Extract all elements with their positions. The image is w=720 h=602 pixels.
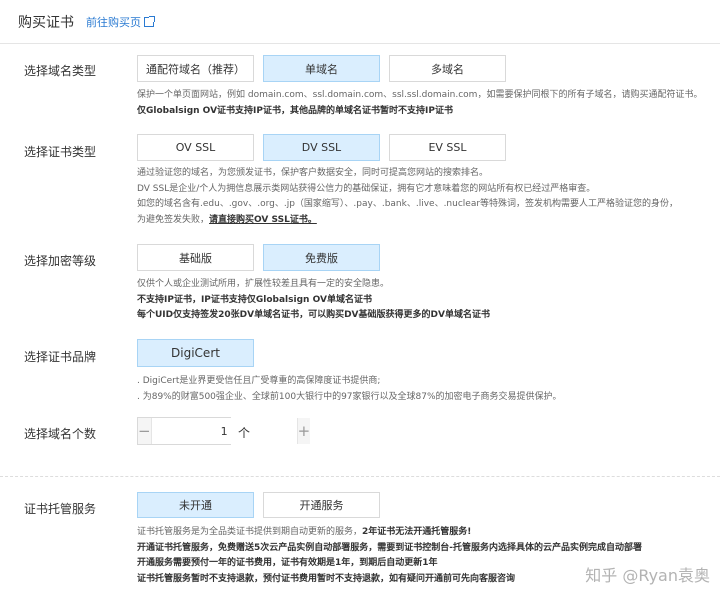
brand-description: . DigiCert是业界更受信任且广受尊重的高保障度证书提供商; . 为89%… <box>137 374 562 405</box>
encrypt-desc-line: 不支持IP证书，IP证书支持仅Globalsign OV单域名证书 <box>137 294 372 305</box>
domain-count-label: 选择域名个数 <box>24 427 97 441</box>
domain-type-desc-line: 保护一个单页面网站，例如 domain.com、ssl.domain.com、s… <box>137 90 703 100</box>
hosting-desc-line: 证书托管服务是为全品类证书提供到期自动更新的服务， <box>137 527 363 537</box>
buy-ov-ssl-link[interactable]: 请直接购买OV SSL证书。 <box>209 215 317 225</box>
external-link-icon <box>144 15 155 27</box>
hosting-option-off[interactable]: 未开通 <box>137 492 254 518</box>
domain-type-desc-line: 仅Globalsign OV证书支持IP证书，其他品牌的单域名证书暂时不支持IP… <box>137 105 453 116</box>
page-title: 购买证书 <box>18 14 74 31</box>
cert-type-desc-line: DV SSL是企业/个人为拥信息展示类网站获得公信力的基础保证，拥有它才意味着您… <box>137 183 596 194</box>
hosting-desc-line: 开通证书托管服务，免费赠送5次云产品实例自动部署服务，需要到证书控制台-托管服务… <box>137 542 643 553</box>
domain-type-option-single[interactable]: 单域名 <box>263 55 380 82</box>
hosting-desc-line: 开通服务需要预付一年的证书费用，证书有效期是1年，到期后自动更新1年 <box>137 558 438 568</box>
hosting-desc-warning: 2年证书无法开通托管服务! <box>362 527 472 537</box>
cert-type-option-ev[interactable]: EV SSL <box>389 134 506 161</box>
hosting-service-label: 证书托管服务 <box>24 502 97 516</box>
cert-type-label: 选择证书类型 <box>24 145 97 159</box>
brand-option-digicert[interactable]: DigiCert <box>137 339 254 367</box>
decrement-button[interactable]: − <box>138 418 151 444</box>
domain-count-unit: 个 <box>238 426 251 440</box>
domain-type-option-wildcard[interactable]: 通配符域名（推荐） <box>137 55 254 82</box>
cert-brand-label: 选择证书品牌 <box>24 350 97 364</box>
domain-count-input[interactable] <box>150 418 298 444</box>
cert-type-option-dv[interactable]: DV SSL <box>263 134 380 161</box>
domain-type-label: 选择域名类型 <box>24 64 97 78</box>
encrypt-desc-line: 仅供个人或企业测试所用，扩展性较差且具有一定的安全隐患。 <box>137 279 390 289</box>
purchase-page-link-label: 前往购买页 <box>86 15 141 29</box>
cert-type-desc-line: 通过验证您的域名，为您颁发证书，保护客户数据安全，同时可提高您网站的搜索排名。 <box>137 168 489 178</box>
hosting-option-on[interactable]: 开通服务 <box>263 492 380 518</box>
purchase-page-link[interactable]: 前往购买页 <box>86 14 155 30</box>
increment-button[interactable]: + <box>297 418 311 444</box>
cert-type-option-ov[interactable]: OV SSL <box>137 134 254 161</box>
brand-desc-line: . 为89%的财富500强企业、全球前100大银行中的97家银行以及全球87%的… <box>137 391 562 402</box>
cert-type-desc-line: 为避免签发失败， <box>137 214 210 225</box>
brand-desc-line: . DigiCert是业界更受信任且广受尊重的高保障度证书提供商; <box>137 376 381 386</box>
watermark: 知乎 @Ryan袁奥 <box>585 566 710 585</box>
domain-count-stepper: − + <box>137 417 311 445</box>
domain-type-description: 保护一个单页面网站，例如 domain.com、ssl.domain.com、s… <box>137 88 702 119</box>
encrypt-desc-line: 每个UID仅支持签发20张DV单域名证书，可以购买DV基础版获得更多的DV单域名… <box>137 310 490 320</box>
cert-type-desc-line: 如您的域名含有.edu、.gov、.org、.jp（国家缩写）、.pay、.ba… <box>137 199 679 209</box>
panel-header: 购买证书 前往购买页 <box>0 0 720 44</box>
encrypt-option-basic[interactable]: 基础版 <box>137 244 254 271</box>
encrypt-level-label: 选择加密等级 <box>24 254 97 268</box>
hosting-description: 证书托管服务是为全品类证书提供到期自动更新的服务，2年证书无法开通托管服务! 开… <box>137 525 642 587</box>
encrypt-option-free[interactable]: 免费版 <box>263 244 380 271</box>
section-divider <box>0 476 720 477</box>
cert-type-description: 通过验证您的域名，为您颁发证书，保护客户数据安全，同时可提高您网站的搜索排名。 … <box>137 166 678 228</box>
domain-type-option-multi[interactable]: 多域名 <box>389 55 506 82</box>
hosting-desc-line: 证书托管服务暂时不支持退款，预付证书费用暂时不支持退款，如有疑问开通前可先向客服… <box>137 573 516 584</box>
encrypt-description: 仅供个人或企业测试所用，扩展性较差且具有一定的安全隐患。 不支持IP证书，IP证… <box>137 277 490 324</box>
